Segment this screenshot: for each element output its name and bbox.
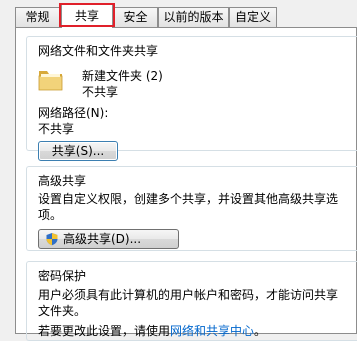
advanced-share-button-label: 高级共享(D)... [63, 232, 142, 246]
advanced-share-description-line2: 项。 [38, 208, 63, 222]
network-path-value: 不共享 [38, 122, 75, 136]
password-line2: 文件夹。 [38, 304, 87, 318]
password-title: 密码保护 [38, 269, 87, 283]
password-line3: 若要更改此设置，请使用网络和共享中心。 [38, 322, 266, 339]
folder-icon [38, 71, 63, 91]
network-share-title: 网络文件和文件夹共享 [38, 44, 159, 58]
advanced-share-button[interactable]: 高级共享(D)... [38, 229, 179, 249]
tab-previous-versions[interactable]: 以前的版本 [158, 7, 229, 27]
shield-icon [46, 233, 58, 246]
share-status: 不共享 [82, 85, 119, 99]
tab-customize[interactable]: 自定义 [229, 7, 277, 27]
sharing-panel: 网络文件和文件夹共享 新建文件夹 (2) 不共享 网络路径(N): 不共享 共享… [15, 27, 357, 341]
folder-name: 新建文件夹 (2) [82, 69, 163, 83]
advanced-share-group: 高级共享 设置自定义权限，创建多个共享，并设置其他高级共享选 项。 高级共享(D… [26, 166, 357, 251]
password-line3-prefix: 若要更改此设置，请使用 [38, 324, 171, 338]
tab-security[interactable]: 安全 [113, 7, 158, 27]
tab-general[interactable]: 常规 [15, 7, 60, 27]
password-line1: 用户必须具有此计算机的用户帐户和密码，才能访问共享 [38, 288, 339, 302]
advanced-share-title: 高级共享 [38, 174, 87, 188]
network-path-label: 网络路径(N): [38, 106, 109, 120]
network-sharing-center-link[interactable]: 网络和共享中心 [170, 324, 254, 338]
tab-strip: 常规 共享 安全 以前的版本 自定义 [0, 0, 357, 28]
tab-sharing[interactable]: 共享 [61, 4, 113, 28]
network-share-group: 网络文件和文件夹共享 新建文件夹 (2) 不共享 网络路径(N): 不共享 共享… [26, 36, 357, 161]
password-line3-suffix: 。 [254, 324, 267, 338]
password-group: 密码保护 用户必须具有此计算机的用户帐户和密码，才能访问共享 文件夹。 若要更改… [26, 261, 357, 341]
advanced-share-description-line1: 设置自定义权限，创建多个共享，并设置其他高级共享选 [38, 192, 339, 206]
share-button[interactable]: 共享(S)... [38, 141, 118, 161]
